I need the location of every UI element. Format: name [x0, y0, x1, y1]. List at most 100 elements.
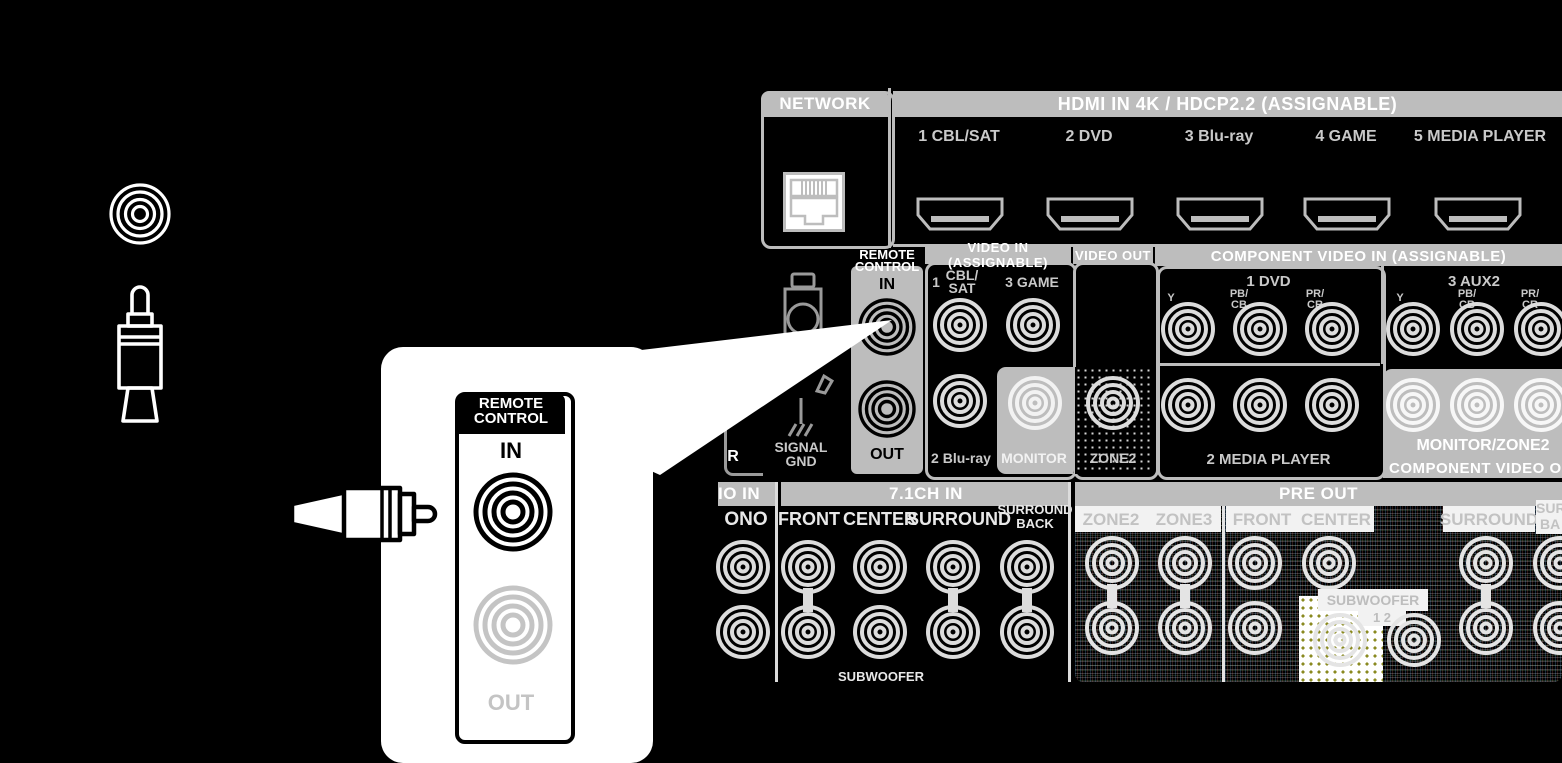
hdmi-port-label-1: 1 CBL/SAT — [918, 128, 1000, 145]
pre-out-jack-surround-bottom[interactable] — [1459, 601, 1513, 655]
callout-out-jack[interactable] — [473, 585, 553, 665]
ch71-surround-back-label-line2: BACK — [1016, 516, 1054, 531]
pre-out-jack-zone2-top[interactable] — [1085, 536, 1139, 590]
pre-out-header: PRE OUT — [1075, 482, 1562, 506]
ch71-jack-center-top[interactable] — [853, 540, 907, 594]
ch71-subwoofer-label: SUBWOOFER — [838, 668, 924, 684]
ch71-jack-sb-bottom[interactable] — [1000, 605, 1054, 659]
ch71-jack-front-bottom[interactable] — [781, 605, 835, 659]
hdmi-port-label-4: 4 GAME — [1315, 128, 1377, 145]
hdmi-port-1[interactable] — [915, 196, 1005, 232]
component-jack-3-pb[interactable] — [1450, 302, 1504, 356]
pre-out-jack-subwoofer-2[interactable] — [1387, 613, 1441, 667]
pre-out-zone3-label: ZONE3 — [1155, 509, 1213, 529]
video-in-header: VIDEO IN (ASSIGNABLE) — [925, 240, 1071, 270]
component-jack-3-y[interactable] — [1386, 302, 1440, 356]
component-out-jack-y[interactable] — [1386, 378, 1440, 432]
hdmi-port-5[interactable] — [1433, 196, 1523, 232]
pre-out-bridge-zone3 — [1180, 584, 1190, 608]
video-out-header: VIDEO OUT — [1073, 246, 1153, 264]
component-video-in-block-left — [1157, 266, 1386, 480]
divider-71ch-right — [1068, 482, 1071, 682]
divider-zone-preout — [1222, 506, 1225, 682]
divider-aux2-left — [1381, 266, 1384, 364]
callout-strip-cap: REMOTE CONTROL — [457, 394, 565, 434]
hdmi-in-header: HDMI IN 4K / HDCP2.2 (ASSIGNABLE) — [893, 91, 1562, 117]
video-out-monitor-label: MONITOR — [1001, 450, 1067, 466]
pre-out-jack-zone3-top[interactable] — [1158, 536, 1212, 590]
component-jack-1-y[interactable] — [1161, 302, 1215, 356]
component-group2-label: 2 MEDIA PLAYER — [1206, 450, 1331, 468]
component-jack-2-y[interactable] — [1161, 378, 1215, 432]
component-group1-label: 1 DVD — [1246, 272, 1291, 290]
pre-out-jack-center[interactable] — [1302, 536, 1356, 590]
pre-out-jack-subwoofer-1[interactable] — [1313, 613, 1367, 667]
component-jack-2-pr[interactable] — [1305, 378, 1359, 432]
video-out-monitor-jack[interactable] — [1008, 376, 1062, 430]
component-jack-2-pb[interactable] — [1233, 378, 1287, 432]
video-in-jack-2[interactable] — [933, 374, 987, 428]
pre-out-front-label: FRONT — [1232, 509, 1292, 529]
ch71-jack-subwoofer[interactable] — [853, 605, 907, 659]
pre-out-jack-zone2-bottom[interactable] — [1085, 601, 1139, 655]
pre-out-sb-label-line2: BA — [1540, 516, 1561, 532]
legend-plug-icon — [105, 275, 175, 425]
network-header: NETWORK — [761, 91, 889, 117]
ch71-jack-front-top[interactable] — [781, 540, 835, 594]
hdmi-port-4[interactable] — [1302, 196, 1392, 232]
video-in-jack-1[interactable] — [933, 298, 987, 352]
divider-network-hdmi — [888, 88, 891, 248]
phono-jack-top[interactable] — [716, 540, 770, 594]
pre-out-jack-sb-top[interactable] — [1533, 536, 1562, 590]
pre-out-jack-front-bottom[interactable] — [1228, 601, 1282, 655]
component-out-jack-pb[interactable] — [1450, 378, 1504, 432]
ch71-jack-sb-top[interactable] — [1000, 540, 1054, 594]
audio-phono-label: ONO — [724, 508, 768, 530]
pre-out-bridge-zone2 — [1107, 584, 1117, 608]
hdmi-port-3[interactable] — [1175, 196, 1265, 232]
remote-control-in-label: IN — [879, 276, 895, 293]
pre-out-bridge-surround — [1481, 584, 1491, 608]
component-video-in-header: COMPONENT VIDEO IN (ASSIGNABLE) — [1155, 246, 1562, 266]
pre-out-surround-label: SURROUND — [1439, 509, 1539, 529]
video-in-label-1b: SAT — [948, 280, 976, 296]
video-out-zone2-label: ZONE2 — [1089, 450, 1137, 466]
ch71-surround-label: SURROUND — [907, 509, 1012, 529]
divider-component-groups — [1157, 363, 1380, 366]
rj45-ethernet-port-icon — [783, 172, 845, 232]
ch71-bridge-front — [803, 588, 813, 612]
hdmi-port-2[interactable] — [1045, 196, 1135, 232]
callout-in-jack[interactable] — [473, 472, 553, 552]
hdmi-port-label-3: 3 Blu-ray — [1184, 128, 1254, 145]
component-jack-1-pr[interactable] — [1305, 302, 1359, 356]
pre-out-jack-sb-bottom[interactable] — [1533, 601, 1562, 655]
pre-out-zone2-label: ZONE2 — [1082, 509, 1140, 529]
phono-jack-bottom[interactable] — [716, 605, 770, 659]
video-in-label-2: 2 Blu-ray — [931, 450, 991, 466]
callout-plug-icon — [286, 478, 442, 550]
callout-cap-line1: REMOTE — [478, 395, 544, 412]
remote-control-header-line2: CONTROL — [854, 259, 920, 274]
ch71-surround-back-label-line1: SURROUND — [997, 502, 1073, 517]
component-jack-3-pr[interactable] — [1514, 302, 1562, 356]
pre-out-sb-label-line1: SURR — [1536, 500, 1562, 516]
hdmi-port-label-2: 2 DVD — [1065, 128, 1113, 145]
ch71-bridge-sb — [1022, 588, 1032, 612]
video-in-jack-3[interactable] — [1006, 298, 1060, 352]
pre-out-jack-front-top[interactable] — [1228, 536, 1282, 590]
ch71-front-label: FRONT — [778, 509, 840, 529]
video-out-zone2-jack[interactable] — [1086, 376, 1140, 430]
legend-jack-icon — [108, 182, 172, 246]
component-jack-1-pb[interactable] — [1233, 302, 1287, 356]
ch71-jack-surround-top[interactable] — [926, 540, 980, 594]
video-in-label-3: 3 GAME — [1005, 274, 1059, 290]
callout-out-label: OUT — [487, 690, 535, 715]
hdmi-port-label-5: 5 MEDIA PLAYER — [1413, 128, 1547, 145]
pre-out-center-label: CENTER — [1301, 509, 1371, 529]
component-monitor-zone2-label: MONITOR/ZONE2 — [1416, 437, 1550, 454]
ch71-bridge-surround — [948, 588, 958, 612]
pre-out-jack-zone3-bottom[interactable] — [1158, 601, 1212, 655]
component-out-jack-pr[interactable] — [1514, 378, 1562, 432]
pre-out-jack-surround-top[interactable] — [1459, 536, 1513, 590]
ch71-jack-surround-bottom[interactable] — [926, 605, 980, 659]
